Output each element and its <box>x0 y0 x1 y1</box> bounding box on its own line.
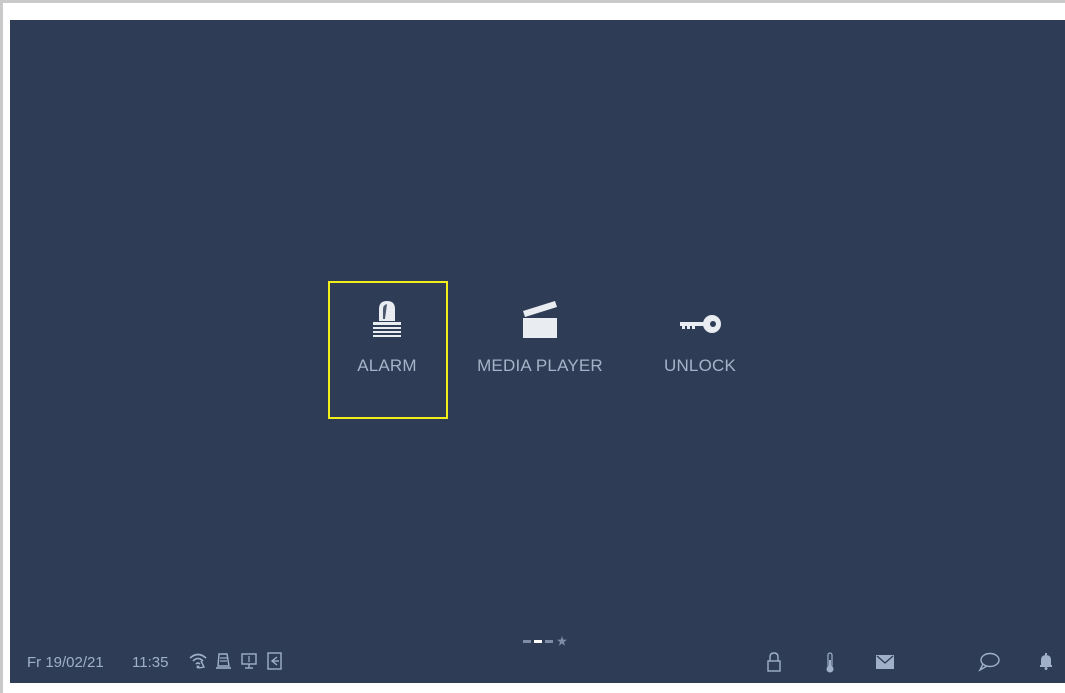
intercom-icon <box>215 652 233 670</box>
window-border-left <box>0 0 3 693</box>
monitor-icon <box>240 652 258 670</box>
status-bar: Fr 19/02/21 11:35 <box>10 646 1065 676</box>
status-time: 11:35 <box>132 654 169 671</box>
wifi-icon <box>188 652 208 670</box>
home-screen: ALARM MEDIA PLAYER UNLOCK Fr 19/02/21 11… <box>10 20 1065 683</box>
page-dot-1[interactable] <box>523 639 531 643</box>
clapperboard-icon <box>519 297 561 339</box>
app-media-player[interactable]: MEDIA PLAYER <box>460 281 620 417</box>
app-alarm[interactable]: ALARM <box>328 281 446 417</box>
alarm-siren-icon <box>370 297 404 339</box>
app-alarm-label: ALARM <box>357 356 417 375</box>
favorites-star-icon[interactable] <box>557 636 567 646</box>
app-unlock[interactable]: UNLOCK <box>650 281 750 417</box>
page-dot-2-active[interactable] <box>534 639 542 643</box>
envelope-icon[interactable] <box>876 652 894 669</box>
door-icon <box>266 652 284 670</box>
window-border-top <box>0 0 1065 3</box>
app-unlock-label: UNLOCK <box>663 356 737 375</box>
page-dot-3[interactable] <box>545 639 553 643</box>
key-icon <box>678 309 722 339</box>
speech-bubble-icon[interactable] <box>978 652 1000 672</box>
app-media-player-label: MEDIA PLAYER <box>477 356 603 375</box>
status-date: Fr 19/02/21 <box>27 654 104 671</box>
padlock-icon[interactable] <box>766 652 782 672</box>
bell-icon[interactable] <box>1039 652 1053 670</box>
thermometer-icon[interactable] <box>824 652 836 674</box>
